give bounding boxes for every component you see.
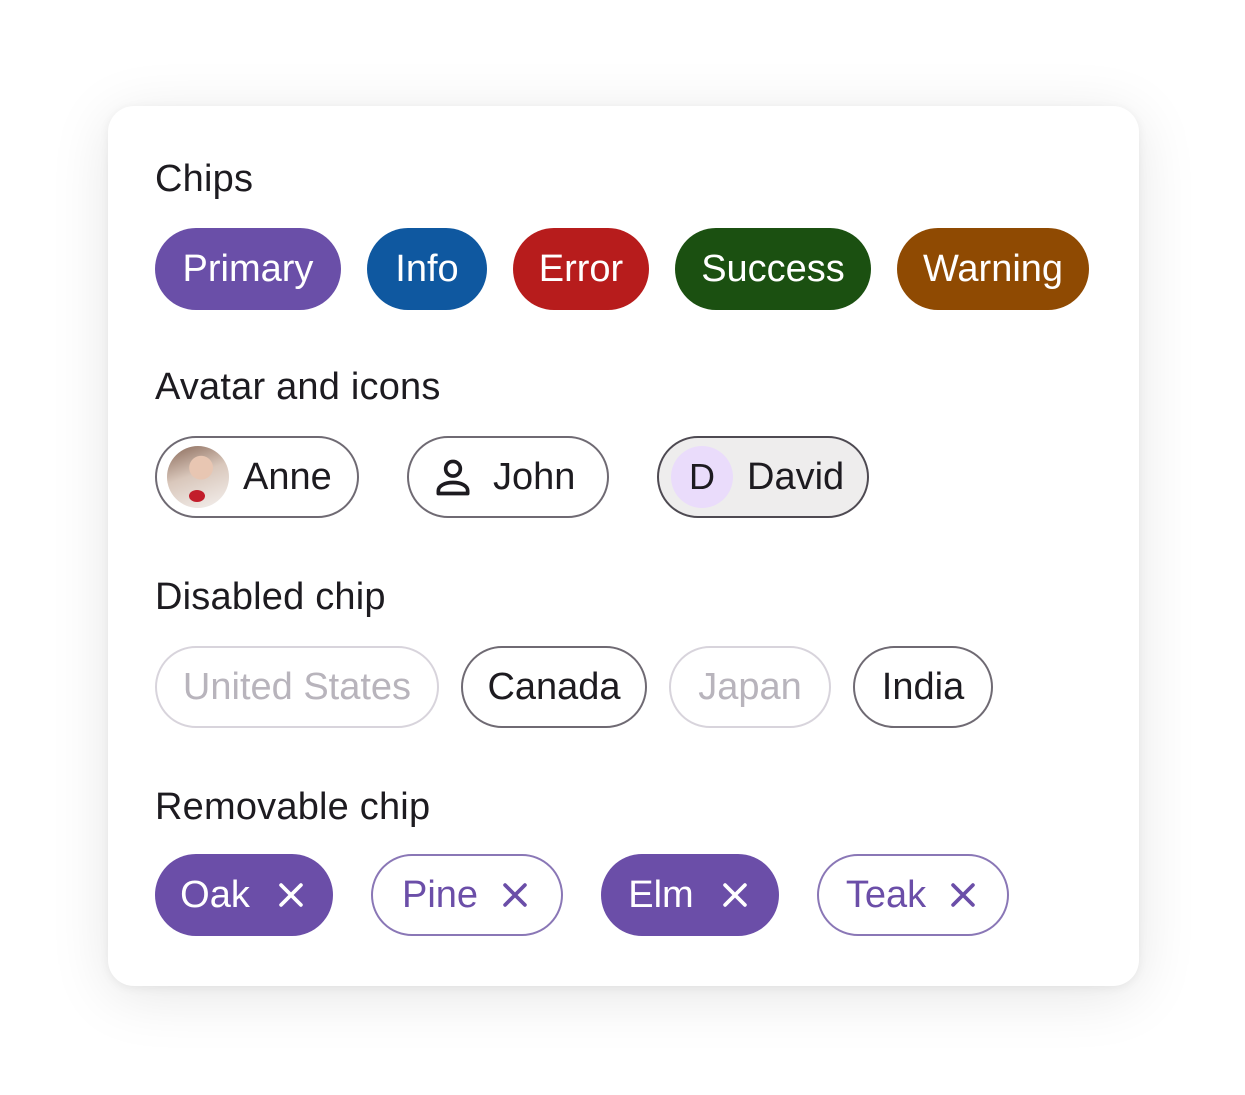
chip-elm[interactable]: Elm — [601, 854, 779, 936]
chip-success[interactable]: Success — [675, 228, 871, 310]
chip-japan: Japan — [669, 646, 831, 728]
chip-john-label: John — [493, 455, 576, 498]
chip-primary[interactable]: Primary — [155, 228, 341, 310]
chip-pine[interactable]: Pine — [371, 854, 563, 936]
chip-oak[interactable]: Oak — [155, 854, 333, 936]
chip-info[interactable]: Info — [367, 228, 487, 310]
person-icon — [436, 459, 470, 496]
close-icon[interactable] — [498, 878, 532, 912]
section-title-removable: Removable chip — [155, 786, 431, 828]
chips-row: Primary Info Error Success Warning — [155, 226, 1089, 312]
section-title-chips: Chips — [155, 158, 254, 200]
section-title-disabled: Disabled chip — [155, 576, 386, 618]
chip-pine-label: Pine — [401, 873, 479, 916]
chip-canada[interactable]: Canada — [461, 646, 647, 728]
chip-teak[interactable]: Teak — [817, 854, 1009, 936]
chip-elm-label: Elm — [628, 873, 694, 916]
chip-david[interactable]: D David — [657, 436, 869, 518]
close-icon[interactable] — [274, 878, 308, 912]
chip-david-label: David — [747, 455, 845, 498]
anne-avatar — [167, 446, 229, 508]
removable-chips-row: Oak Pine Elm Teak — [155, 852, 1009, 938]
chip-anne-label: Anne — [243, 455, 332, 498]
close-icon[interactable] — [946, 878, 980, 912]
section-title-avatar-icons: Avatar and icons — [155, 366, 441, 408]
chip-error[interactable]: Error — [513, 228, 649, 310]
chip-john[interactable]: John — [407, 436, 609, 518]
david-letter-avatar: D — [671, 446, 733, 508]
chips-card: Chips Primary Info Error Success Warning… — [108, 106, 1139, 986]
chip-teak-label: Teak — [845, 873, 927, 916]
close-icon[interactable] — [718, 878, 752, 912]
chip-united-states: United States — [155, 646, 439, 728]
chip-india[interactable]: India — [853, 646, 993, 728]
disabled-chips-row: United States Canada Japan India — [155, 644, 993, 730]
chip-oak-label: Oak — [180, 873, 250, 916]
chip-warning[interactable]: Warning — [897, 228, 1089, 310]
avatar-chips-row: Anne John D David — [155, 434, 869, 520]
chip-anne[interactable]: Anne — [155, 436, 359, 518]
